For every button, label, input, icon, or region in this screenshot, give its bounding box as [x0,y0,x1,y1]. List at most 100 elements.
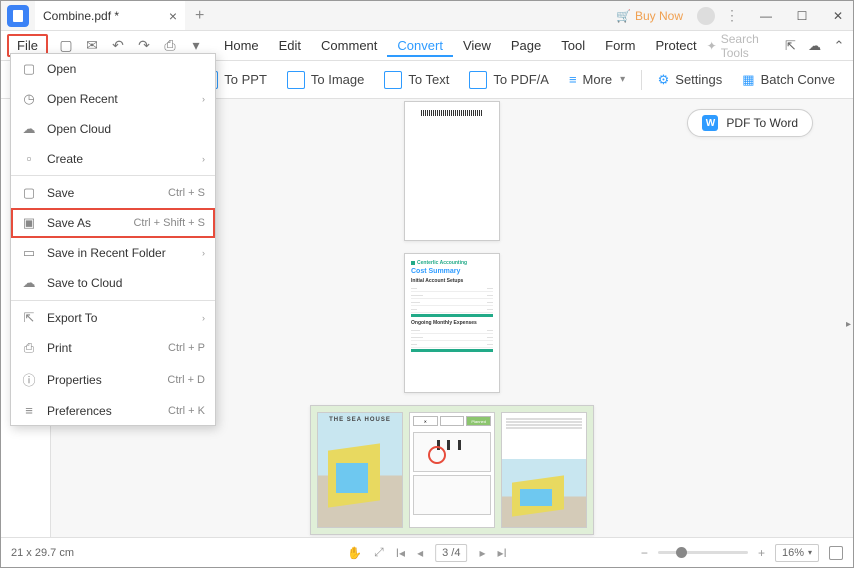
menu-home[interactable]: Home [214,34,269,57]
menu-page[interactable]: Page [501,34,551,57]
gear-icon: ⚙ [658,72,670,88]
to-image-button[interactable]: To Image [279,67,372,93]
to-pdfa-button[interactable]: To PDF/A [461,67,557,93]
wand-icon: ✦ [707,39,717,53]
page-1-thumb[interactable] [404,101,500,241]
file-icon: ▫ [21,151,37,166]
page-indicator[interactable]: 3 /4 [435,544,467,562]
menu-form[interactable]: Form [595,34,645,57]
batch-icon: ▦ [742,72,754,88]
menu-preferences[interactable]: ≡PreferencesCtrl + K [11,396,215,425]
clock-icon: ◷ [21,91,37,107]
page2-section2: Ongoing Monthly Expenses [411,320,493,326]
chevron-right-icon: › [202,248,205,258]
fit-page-icon[interactable] [829,546,843,560]
settings-button[interactable]: ⚙Settings [650,68,731,92]
panel-right [501,412,587,528]
menu-tool[interactable]: Tool [551,34,595,57]
menu-save[interactable]: ▢SaveCtrl + S [11,178,215,208]
scroll-indicator-right[interactable]: ▸ [846,319,851,330]
document-tab[interactable]: Combine.pdf * × [35,1,185,30]
pdf-to-word-button[interactable]: W PDF To Word [687,109,813,137]
info-icon: ⓘ [21,370,37,389]
file-menu-dropdown: ▢Open ◷Open Recent› ☁Open Cloud ▫Create›… [10,53,216,426]
page2-section1: Initial Account Setups [411,278,493,284]
first-page-button[interactable]: I◂ [396,546,405,560]
select-tool-icon[interactable]: ⤢ [374,545,384,560]
panel-middle: ✕Planned [409,412,495,528]
separator [11,300,215,301]
menu-properties[interactable]: ⓘPropertiesCtrl + D [11,363,215,396]
zoom-slider[interactable] [658,551,748,554]
sliders-icon: ≡ [21,403,37,418]
cart-icon: 🛒 [616,9,631,23]
user-avatar[interactable] [697,7,715,25]
menu-convert[interactable]: Convert [387,34,453,57]
kebab-menu-icon[interactable]: ⋮ [725,7,739,24]
dropdown-icon[interactable]: ▾ [188,37,204,54]
chevron-down-icon: ▾ [620,74,625,85]
menu-save-recent[interactable]: ▭Save in Recent Folder› [11,238,215,268]
print-icon[interactable]: ⎙ [162,37,178,54]
to-text-button[interactable]: To Text [376,67,457,93]
add-tab-button[interactable]: + [195,7,204,25]
minimize-button[interactable]: — [751,1,781,31]
menu-open[interactable]: ▢Open [11,54,215,84]
cloud-up-icon: ☁ [21,275,37,291]
more-button[interactable]: ≡More▾ [561,68,633,91]
slider-thumb[interactable] [676,547,687,558]
last-page-button[interactable]: ▸I [497,546,506,560]
menu-create[interactable]: ▫Create› [11,144,215,173]
menu-open-recent[interactable]: ◷Open Recent› [11,84,215,114]
next-page-button[interactable]: ▸ [479,546,485,560]
menu-export[interactable]: ⇱Export To› [11,303,215,333]
menu-print[interactable]: ⎙PrintCtrl + P [11,333,215,363]
zoom-out-button[interactable]: − [641,546,648,560]
word-icon: W [702,115,718,131]
close-tab-icon[interactable]: × [169,8,177,24]
save-icon: ▢ [21,185,37,201]
pdfa-icon [469,71,487,89]
titlebar: Combine.pdf * × + 🛒 Buy Now ⋮ — ☐ ✕ [1,1,853,31]
share-icon[interactable]: ⇱ [782,36,798,56]
prev-page-button[interactable]: ◂ [417,546,423,560]
chevron-right-icon: › [202,313,205,323]
menu-view[interactable]: View [453,34,501,57]
export-icon: ⇱ [21,310,37,326]
redo-icon[interactable]: ↷ [136,37,152,54]
zoom-in-button[interactable]: + [758,546,765,560]
zoom-level[interactable]: 16%▾ [775,544,819,562]
page2-brand: Centerlic Accounting [411,260,493,266]
menu-edit[interactable]: Edit [269,34,311,57]
save-icon[interactable]: ▢ [58,37,74,54]
search-tools[interactable]: ✦ Search Tools [707,32,775,60]
mail-icon[interactable]: ✉ [84,37,100,54]
menu-save-cloud[interactable]: ☁Save to Cloud [11,268,215,298]
separator [11,175,215,176]
cloud-icon: ☁ [21,121,37,137]
page-2-thumb[interactable]: Centerlic Accounting Cost Summary Initia… [404,253,500,393]
text-icon [384,71,402,89]
app-icon [7,5,29,27]
cloud-icon[interactable]: ☁ [807,36,823,56]
folder-icon: ▭ [21,245,37,261]
collapse-icon[interactable]: ⌃ [831,36,847,56]
menu-save-as[interactable]: ▣Save AsCtrl + Shift + S [11,208,215,238]
page2-title: Cost Summary [411,268,493,275]
maximize-button[interactable]: ☐ [787,1,817,31]
page-3-thumb[interactable]: THE SEA HOUSE ✕Planned [310,405,594,535]
menu-protect[interactable]: Protect [645,34,706,57]
batch-convert-button[interactable]: ▦Batch Conve [734,68,843,92]
buy-now-button[interactable]: 🛒 Buy Now [616,9,683,23]
barcode-graphic [421,110,483,116]
page-dimensions: 21 x 29.7 cm [11,547,74,559]
statusbar: 21 x 29.7 cm ✋ ⤢ I◂ ◂ 3 /4 ▸ ▸I − + 16%▾ [1,537,853,567]
image-icon [287,71,305,89]
close-window-button[interactable]: ✕ [823,1,853,31]
undo-icon[interactable]: ↶ [110,37,126,54]
menu-open-cloud[interactable]: ☁Open Cloud [11,114,215,144]
menu-comment[interactable]: Comment [311,34,387,57]
quick-access-icons: ▢ ✉ ↶ ↷ ⎙ ▾ [58,37,204,54]
printer-icon: ⎙ [21,340,37,356]
hand-tool-icon[interactable]: ✋ [347,546,362,560]
